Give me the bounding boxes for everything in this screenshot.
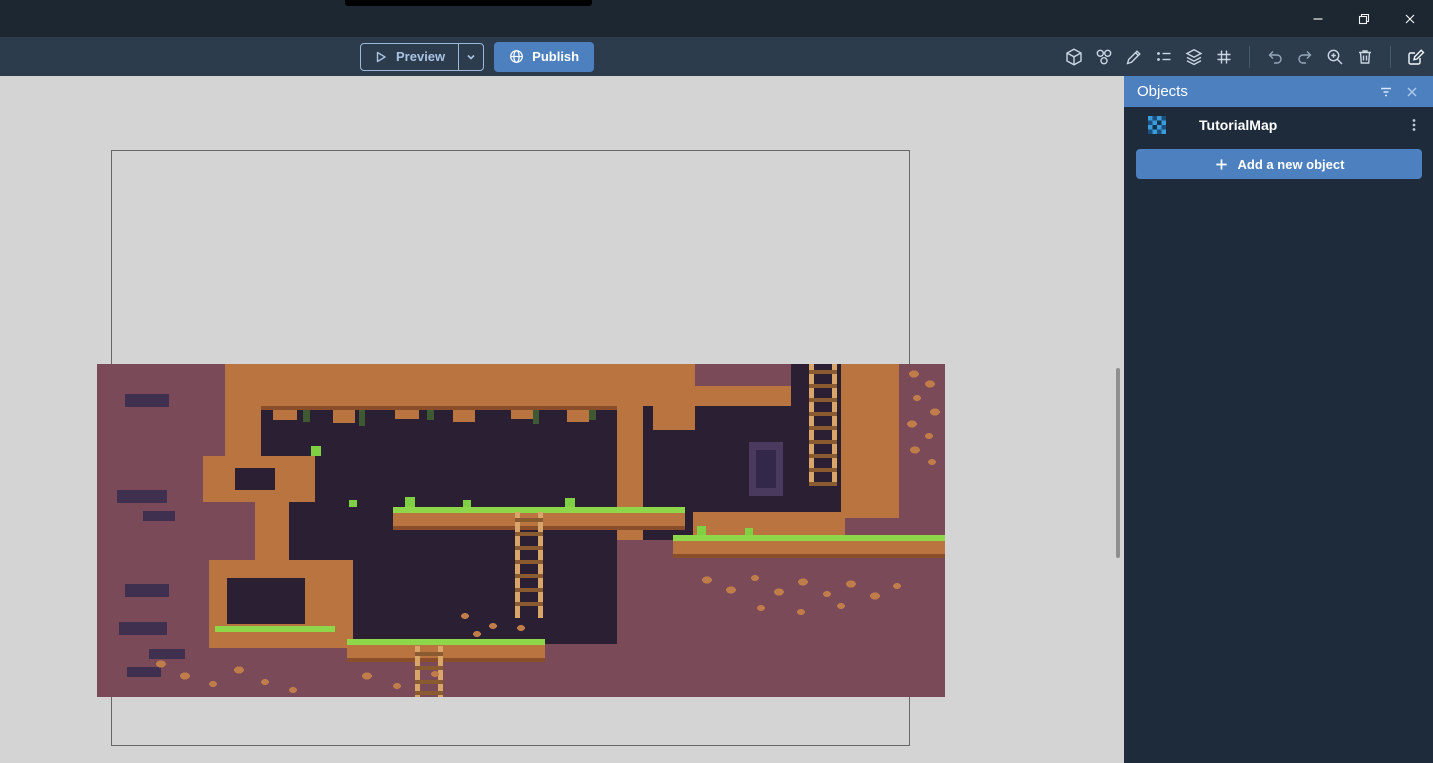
scene-editor-canvas[interactable] [0, 76, 1124, 763]
toolbar-icon-group [1061, 37, 1429, 76]
vertical-scrollbar[interactable] [1116, 368, 1120, 558]
restore-icon [1358, 13, 1370, 25]
instances-list-icon[interactable] [1151, 44, 1177, 70]
tilemap-instance[interactable] [97, 364, 945, 697]
titlebar-tab-strip [345, 0, 592, 6]
draw-icon[interactable] [1121, 44, 1147, 70]
layers-icon[interactable] [1181, 44, 1207, 70]
edit-properties-icon[interactable] [1403, 44, 1429, 70]
objects-panel-title: Objects [1137, 83, 1373, 100]
kebab-menu-icon[interactable] [1401, 112, 1427, 138]
filter-icon[interactable] [1373, 79, 1399, 105]
toolbar: Preview Publish [0, 37, 1433, 76]
zoom-in-icon[interactable] [1322, 44, 1348, 70]
preview-label: Preview [396, 49, 445, 64]
panel-close-icon[interactable] [1399, 79, 1425, 105]
add-object-label: Add a new object [1238, 157, 1345, 172]
minimize-icon [1312, 13, 1324, 25]
redo-icon[interactable] [1292, 44, 1318, 70]
minimize-button[interactable] [1295, 0, 1341, 37]
tilemap-object-thumbnail [1148, 116, 1166, 134]
plus-icon [1214, 157, 1229, 172]
object-list-item[interactable]: TutorialMap [1124, 108, 1433, 141]
add-object-button[interactable]: Add a new object [1136, 149, 1422, 179]
close-icon [1404, 13, 1416, 25]
preview-split-button: Preview [360, 43, 484, 71]
chevron-down-icon [466, 52, 476, 62]
publish-button[interactable]: Publish [494, 42, 594, 72]
toolbar-separator [1390, 46, 1391, 68]
toolbar-actions: Preview Publish [360, 37, 594, 76]
window-titlebar [0, 0, 1433, 37]
3d-box-icon[interactable] [1061, 44, 1087, 70]
preview-options-button[interactable] [458, 44, 483, 70]
restore-button[interactable] [1341, 0, 1387, 37]
object-folders-icon[interactable] [1091, 44, 1117, 70]
play-icon [374, 50, 388, 64]
preview-button[interactable]: Preview [361, 44, 458, 70]
close-button[interactable] [1387, 0, 1433, 37]
globe-icon [509, 49, 524, 64]
object-name: TutorialMap [1199, 117, 1401, 133]
window-controls [1295, 0, 1433, 37]
publish-label: Publish [532, 49, 579, 64]
delete-icon[interactable] [1352, 44, 1378, 70]
grid-icon[interactable] [1211, 44, 1237, 70]
objects-panel-header: Objects [1124, 76, 1433, 107]
objects-panel: Objects TutorialMap Add a new object [1124, 76, 1433, 763]
undo-icon[interactable] [1262, 44, 1288, 70]
toolbar-separator [1249, 46, 1250, 68]
